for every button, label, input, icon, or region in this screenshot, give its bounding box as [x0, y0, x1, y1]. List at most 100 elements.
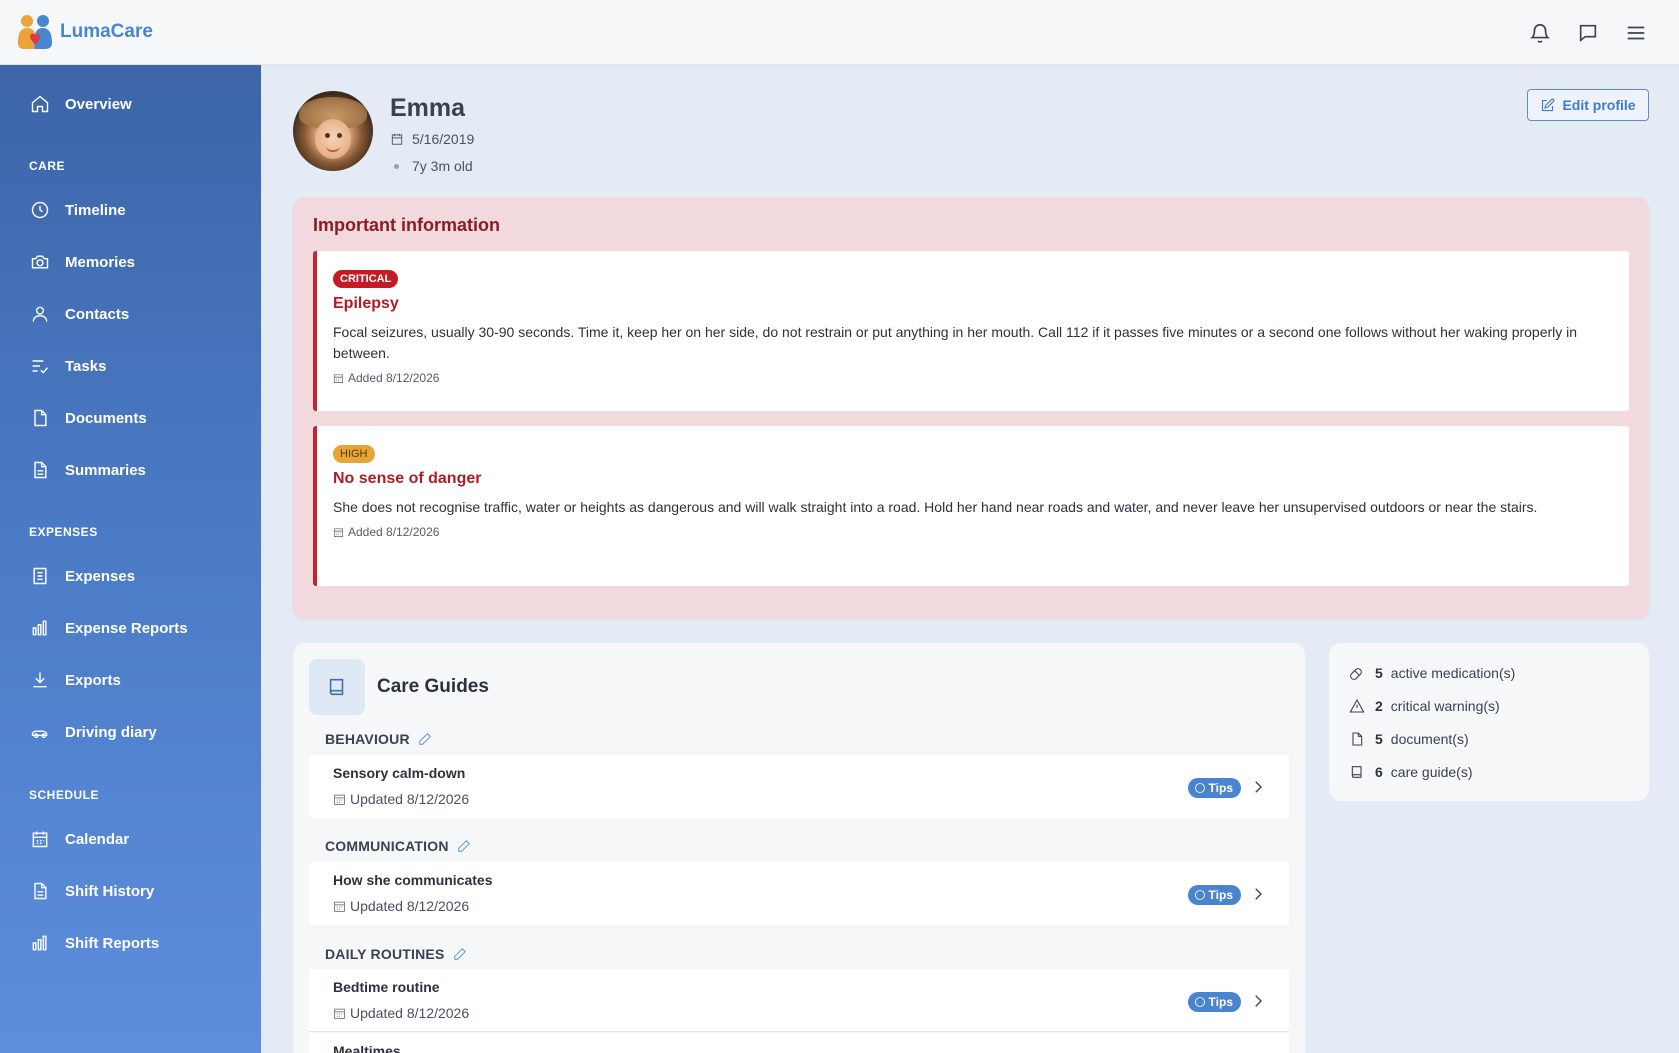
care-guide-row[interactable]: How she communicates Updated 8/12/2026 T… [309, 862, 1289, 925]
calendar-icon [32, 831, 48, 848]
tips-badge[interactable]: Tips [1187, 992, 1241, 1012]
sidebar-section-schedule: SCHEDULE [29, 788, 100, 802]
file-text-icon [34, 882, 47, 900]
sidebar-item-label: Overview [65, 95, 132, 113]
bar-chart-icon [32, 935, 47, 951]
care-guide-row[interactable]: Mealtimes [309, 1033, 1289, 1053]
user-icon [32, 306, 48, 322]
home-icon [31, 95, 49, 113]
sidebar-item-expense-reports[interactable]: Expense Reports [0, 606, 261, 650]
stat-item[interactable]: 2 critical warning(s) [1349, 698, 1500, 714]
profile-header: Emma 5/16/2019 7y 3m old [293, 91, 474, 174]
care-guide-row[interactable]: Sensory calm-down Updated 8/12/2026 Tips [309, 755, 1289, 818]
book-icon [309, 659, 365, 715]
severity-badge: CRITICAL [333, 270, 399, 288]
important-information-title: Important information [313, 215, 500, 235]
sidebar-item-label: Calendar [65, 830, 130, 848]
bell-icon[interactable] [1527, 20, 1553, 46]
alert-date: Added 8/12/2026 [333, 371, 1609, 385]
care-guide-date: Updated 8/12/2026 [333, 1005, 469, 1021]
sidebar-item-label: Documents [65, 409, 147, 427]
app-name: LumaCare [60, 21, 153, 42]
sidebar-item-calendar[interactable]: Calendar [0, 817, 261, 861]
tips-badge[interactable]: Tips [1187, 885, 1241, 905]
sidebar-item-exports[interactable]: Exports [0, 658, 261, 702]
alert-date: Added 8/12/2026 [333, 525, 1609, 539]
car-icon [31, 730, 48, 739]
important-information-panel: Important information CRITICAL Epilepsy … [293, 197, 1649, 619]
calendar-icon [334, 794, 345, 805]
sidebar-item-driving-diary[interactable]: Driving diary [0, 710, 261, 754]
sidebar-item-label: Expenses [65, 567, 136, 585]
edit-profile-label: Edit profile [1562, 97, 1636, 113]
care-guides-title: Care Guides [377, 676, 489, 697]
pencil-icon[interactable] [418, 732, 432, 746]
sidebar-item-summaries[interactable]: Summaries [0, 448, 261, 492]
sidebar-item-tasks[interactable]: Tasks [0, 344, 261, 388]
menu-icon[interactable] [1623, 20, 1649, 46]
sidebar-item-label: Shift Reports [65, 934, 160, 952]
app-logo[interactable]: LumaCare [16, 13, 153, 51]
sidebar-item-label: Memories [65, 253, 136, 271]
alert-card[interactable]: CRITICAL Epilepsy Focal seizures, usuall… [313, 251, 1629, 411]
chat-icon [1194, 997, 1205, 1007]
care-guide-date: Updated 8/12/2026 [333, 791, 469, 807]
document-icon [1352, 732, 1363, 746]
care-guides-panel: Care Guides BEHAVIOUR Sensory calm-down … [293, 643, 1305, 1053]
care-guide-name: How she communicates [333, 872, 493, 888]
bullet-icon [394, 163, 399, 169]
alert-title: Epilepsy [333, 295, 399, 312]
sidebar-item-expenses[interactable]: Expenses [0, 554, 261, 598]
profile-birthdate-row: 5/16/2019 [390, 131, 474, 147]
tips-badge[interactable]: Tips [1187, 778, 1241, 798]
pencil-icon[interactable] [453, 947, 467, 961]
pencil-icon[interactable] [457, 839, 471, 853]
sidebar-item-label: Expense Reports [65, 619, 188, 637]
profile-age-row: 7y 3m old [390, 158, 474, 174]
severity-badge: HIGH [333, 445, 375, 463]
care-guide-name: Mealtimes [333, 1043, 401, 1053]
sidebar-item-label: Summaries [65, 461, 146, 479]
sidebar-item-shift-reports[interactable]: Shift Reports [0, 921, 261, 965]
edit-profile-button[interactable]: Edit profile [1527, 89, 1649, 121]
profile-stats-panel: 5 active medication(s) 2 critical warnin… [1329, 643, 1649, 801]
sidebar-item-contacts[interactable]: Contacts [0, 292, 261, 336]
list-check-icon [32, 360, 49, 374]
sidebar-section-expenses: EXPENSES [29, 525, 98, 539]
chevron-right-icon[interactable] [1249, 778, 1267, 796]
chevron-right-icon[interactable] [1249, 885, 1267, 903]
warning-icon [1349, 698, 1365, 713]
sidebar-section-care: CARE [29, 159, 66, 173]
profile-age: 7y 3m old [412, 158, 473, 174]
profile-name: Emma [390, 94, 466, 122]
clock-icon [31, 201, 49, 219]
calendar-icon [334, 901, 345, 912]
book-icon [1351, 766, 1362, 778]
sidebar: Overview CARE Timeline Memories Contacts… [0, 65, 261, 1053]
sidebar-item-label: Contacts [65, 305, 130, 323]
stat-item[interactable]: 5 document(s) [1349, 731, 1469, 747]
sidebar-item-label: Exports [65, 671, 121, 689]
sidebar-item-documents[interactable]: Documents [0, 396, 261, 440]
sidebar-item-timeline[interactable]: Timeline [0, 188, 261, 232]
sidebar-item-memories[interactable]: Memories [0, 240, 261, 284]
alert-body: Focal seizures, usually 30-90 seconds. T… [333, 324, 1578, 361]
chevron-right-icon[interactable] [1249, 992, 1267, 1010]
top-bar: LumaCare [0, 0, 1679, 65]
stat-item[interactable]: 6 care guide(s) [1349, 764, 1473, 780]
logo-icon [16, 13, 54, 51]
care-guide-category: DAILY ROUTINES [325, 946, 467, 962]
alert-card[interactable]: HIGH No sense of danger She does not rec… [313, 426, 1629, 586]
receipt-icon [33, 567, 47, 585]
care-guide-name: Bedtime routine [333, 979, 440, 995]
sidebar-item-overview[interactable]: Overview [0, 82, 261, 126]
file-icon [34, 409, 47, 427]
care-guide-row[interactable]: Bedtime routine Updated 8/12/2026 Tips [309, 969, 1289, 1032]
sidebar-item-shift-history[interactable]: Shift History [0, 869, 261, 913]
message-icon[interactable] [1575, 20, 1601, 46]
stat-item[interactable]: 5 active medication(s) [1349, 665, 1515, 681]
calendar-icon [391, 133, 403, 145]
sidebar-item-label: Shift History [65, 882, 155, 900]
edit-icon [1542, 98, 1555, 111]
main-content: Emma 5/16/2019 7y 3m old Edit profile Im… [261, 65, 1679, 1053]
